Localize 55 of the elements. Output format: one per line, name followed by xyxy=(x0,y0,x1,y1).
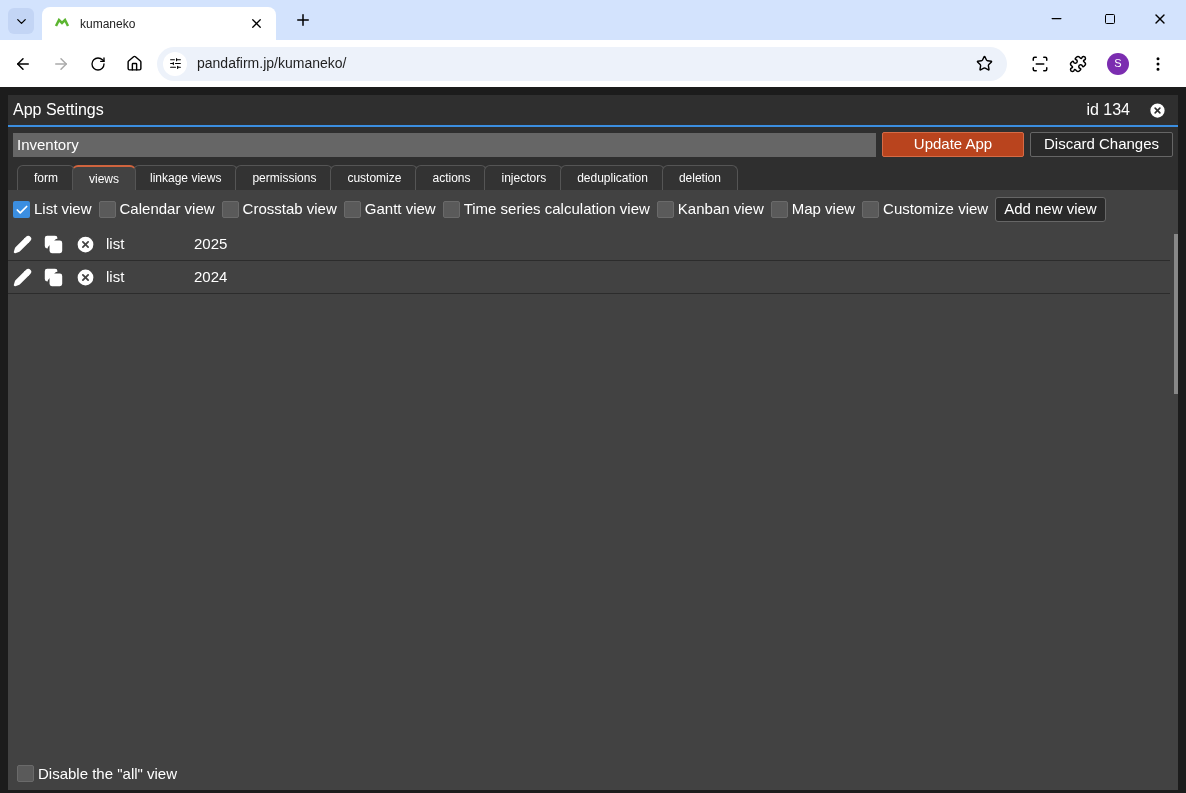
reload-icon[interactable] xyxy=(90,55,106,72)
maximize-icon[interactable] xyxy=(1104,13,1116,25)
new-tab-icon[interactable] xyxy=(294,11,312,29)
delete-icon[interactable] xyxy=(75,266,96,288)
checkbox-label: Map view xyxy=(791,199,856,220)
checkbox[interactable] xyxy=(770,201,788,218)
checkbox[interactable] xyxy=(343,201,361,218)
view-type: list xyxy=(106,266,126,287)
add-new-view-button[interactable]: Add new view xyxy=(995,197,1106,222)
checkbox[interactable] xyxy=(17,765,34,783)
profile-avatar[interactable]: S xyxy=(1107,52,1129,75)
view-type: list xyxy=(106,233,126,254)
checkbox-label: Kanban view xyxy=(677,199,764,220)
checkbox-label: Customize view xyxy=(883,199,989,220)
dialog-title: App Settings xyxy=(13,100,105,120)
close-tab-icon[interactable] xyxy=(249,16,264,31)
checkbox[interactable] xyxy=(98,201,116,218)
bookmark-star-icon[interactable] xyxy=(976,55,993,72)
checkbox-label: Disable the "all" view xyxy=(38,763,178,784)
settings-tab[interactable]: views xyxy=(72,165,136,190)
checkbox[interactable] xyxy=(221,201,239,218)
edit-icon[interactable] xyxy=(13,267,32,287)
close-icon[interactable] xyxy=(1148,100,1167,120)
edit-icon[interactable] xyxy=(13,234,32,254)
view-name: 2025 xyxy=(194,233,228,254)
checkbox[interactable] xyxy=(862,201,880,218)
checkbox-label: Crosstab view xyxy=(242,199,337,220)
settings-tab[interactable]: deletion xyxy=(661,165,738,190)
address-bar[interactable]: pandafirm.jp/kumaneko/ xyxy=(157,46,1007,81)
tab-title: kumaneko xyxy=(80,15,137,33)
url-text: pandafirm.jp/kumaneko/ xyxy=(197,54,348,73)
browser-tab[interactable]: kumaneko xyxy=(42,7,276,40)
checkbox-label: Time series calculation view xyxy=(463,199,650,220)
update-app-button[interactable]: Update App xyxy=(882,132,1024,157)
checkbox[interactable] xyxy=(656,201,674,218)
extensions-icon[interactable] xyxy=(1069,54,1087,73)
settings-tab[interactable]: form xyxy=(17,165,75,190)
copy-icon[interactable] xyxy=(44,234,63,254)
screen-capture-icon[interactable] xyxy=(1031,54,1049,73)
tab-list-button[interactable] xyxy=(8,8,34,34)
checkbox-label: List view xyxy=(34,199,92,220)
site-settings-icon[interactable] xyxy=(168,57,182,70)
scrollbar[interactable] xyxy=(1174,234,1178,394)
checkbox-label: Calendar view xyxy=(119,199,215,220)
checkbox-label: Gantt view xyxy=(364,199,436,220)
home-icon[interactable] xyxy=(126,55,143,72)
copy-icon[interactable] xyxy=(44,267,63,287)
view-name: 2024 xyxy=(194,266,228,287)
app-name-field[interactable]: Inventory xyxy=(13,132,876,157)
discard-changes-button[interactable]: Discard Changes xyxy=(1030,132,1173,157)
delete-icon[interactable] xyxy=(75,233,96,255)
checkbox[interactable] xyxy=(442,201,460,218)
checkbox[interactable] xyxy=(13,201,30,218)
id-label: id 134 xyxy=(1086,100,1130,120)
settings-tab[interactable]: deduplication xyxy=(560,165,665,190)
